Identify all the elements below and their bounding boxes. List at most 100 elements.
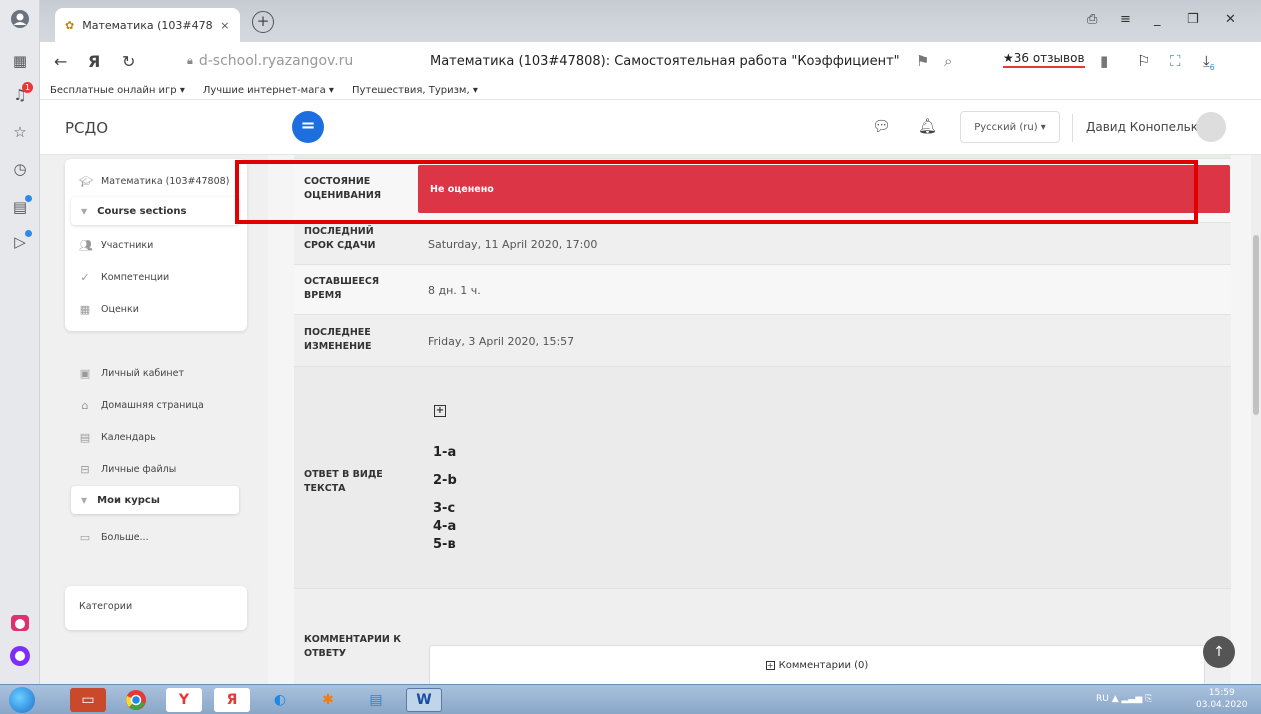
browser-sidebar: ▦ ♫ 1 ☆ ◷ ▤ ▷ <box>0 0 40 684</box>
submission-status-table: СОСТОЯНИЕ ОЦЕНИВАНИЯ Не оценено ПОСЛЕДНИ… <box>294 155 1231 684</box>
notifications-bell-icon[interactable]: ♫ 1 <box>9 82 33 106</box>
drawer-item-dashboard[interactable]: ▣ Личный кабинет <box>79 367 184 380</box>
file-explorer-icon[interactable]: ▤ <box>358 688 394 712</box>
back-to-top-button[interactable]: ↑ <box>1203 636 1235 668</box>
drawer-toggle-button[interactable]: = <box>292 111 324 143</box>
drawer-item-calendar[interactable]: ▤ Календарь <box>79 431 156 444</box>
browser-tab-active[interactable]: ✿ Математика (103#4780 × <box>55 8 240 42</box>
downloads-icon[interactable]: ⤓6 <box>1203 52 1215 72</box>
yandex-app-icon[interactable]: Я <box>214 688 250 712</box>
bookmark-flag-icon[interactable]: ▮ <box>1100 52 1108 70</box>
answer-line: 2-b <box>433 473 457 488</box>
profile-icon[interactable] <box>9 8 31 30</box>
drawer-item-competencies[interactable]: ✓ Компетенции <box>79 271 169 284</box>
favorites-star-icon[interactable]: ☆ <box>9 121 31 143</box>
comments-link: Комментарии (0) <box>778 659 869 671</box>
comments-toggle[interactable]: + Комментарии (0) <box>429 645 1205 684</box>
new-tab-button[interactable]: + <box>252 11 274 33</box>
answer-line: 5-в <box>433 537 456 552</box>
restore-icon[interactable]: ❐ <box>1187 12 1199 27</box>
reviews-badge[interactable]: ★36 отзывов <box>1003 51 1085 68</box>
start-button[interactable] <box>9 687 35 713</box>
files-icon: ⊟ <box>80 463 90 476</box>
avast-icon[interactable]: ✱ <box>310 688 346 712</box>
chrome-icon[interactable] <box>118 688 154 712</box>
address-bar: ← Я ↻ 🔒︎ d-school.ryazangov.ru Математик… <box>40 42 1261 82</box>
drawer-item-home[interactable]: ⌂ Домашняя страница <box>79 399 204 412</box>
web-page: РСДО = 💬︎ 🔔︎ Русский (ru) ▾ Давид Конопе… <box>40 100 1261 684</box>
tray-language[interactable]: RU <box>1096 694 1109 704</box>
window-close-icon[interactable]: ✕ <box>1225 12 1236 27</box>
bookmarks-bar: Бесплатные онлайн игр ▾ Лучшие интернет-… <box>40 82 1261 100</box>
taskbar-app-icon[interactable]: ▭ <box>70 688 106 712</box>
site-name[interactable]: РСДО <box>65 119 108 137</box>
downloads-count: 6 <box>1209 63 1215 72</box>
translate-icon[interactable]: ⚑ <box>916 52 929 70</box>
calendar-icon: ▤ <box>79 431 91 444</box>
language-selector[interactable]: Русский (ru) ▾ <box>960 111 1060 143</box>
word-icon[interactable]: W <box>406 688 442 712</box>
site-navbar: РСДО = 💬︎ 🔔︎ Русский (ru) ▾ Давид Конопе… <box>40 100 1261 155</box>
table-row-time-remaining: ОСТАВШЕЕСЯ ВРЕМЯ 8 дн. 1 ч. <box>294 265 1231 315</box>
table-icon: ▦ <box>79 303 91 316</box>
back-arrow-icon[interactable]: ← <box>54 52 67 71</box>
scrollbar-thumb[interactable] <box>1253 235 1259 415</box>
expand-plus-icon[interactable]: + <box>434 405 446 417</box>
user-name[interactable]: Давид Конопелько <box>1086 120 1205 134</box>
answer-line: 3-c <box>433 501 456 516</box>
online-text-label: ОТВЕТ В ВИДЕ ТЕКСТА <box>304 469 383 494</box>
tab-close-icon[interactable]: × <box>220 19 229 32</box>
table-row-last-modified: ПОСЛЕДНЕЕ ИЗМЕНЕНИЕ Friday, 3 April 2020… <box>294 315 1231 367</box>
drawer-item-grades[interactable]: ▦ Оценки <box>79 303 139 316</box>
bookmark-item[interactable]: Бесплатные онлайн игр ▾ <box>50 85 185 96</box>
url-host: d-school.ryazangov.ru <box>198 53 354 69</box>
drawer-item-more[interactable]: ▭ Больше... <box>79 531 149 544</box>
drawer-course-link[interactable]: 🎓︎ Математика (103#47808) <box>79 175 229 188</box>
notification-count-badge: 1 <box>22 82 33 93</box>
time-remaining-label: ОСТАВШЕЕСЯ ВРЕМЯ <box>304 276 380 301</box>
history-clock-icon[interactable]: ◷ <box>9 158 31 180</box>
apps-grid-icon[interactable]: ▦ <box>9 50 31 72</box>
network-signal-icon[interactable]: ▂▃▅ <box>1122 694 1143 704</box>
due-date-value: Saturday, 11 April 2020, 17:00 <box>428 238 598 251</box>
protect-icon[interactable]: ⚐ <box>1137 52 1150 70</box>
check-icon: ✓ <box>80 271 90 284</box>
notifications-icon[interactable]: 🔔︎ <box>918 117 937 135</box>
drawer-item-participants[interactable]: 👥︎ Участники <box>79 239 153 252</box>
browser-menu-icon[interactable]: ≡ <box>1120 12 1131 27</box>
reload-icon[interactable]: ↻ <box>122 52 135 71</box>
messages-icon[interactable]: 💬︎ <box>872 117 891 135</box>
clipboard-icon[interactable]: ⎘ <box>1145 694 1152 704</box>
drawer-item-files[interactable]: ⊟ Личные файлы <box>79 463 176 476</box>
alice-app-icon[interactable] <box>9 612 31 634</box>
alice-assistant-icon[interactable] <box>9 645 31 667</box>
media-player-icon[interactable]: ◐ <box>262 688 298 712</box>
media-play-icon[interactable]: ▷ <box>9 230 32 253</box>
bookmark-tab-icon[interactable]: ⎙ <box>1087 12 1097 27</box>
yandex-logo-icon[interactable]: Я <box>88 52 100 71</box>
page-scrollbar[interactable] <box>1251 155 1261 684</box>
home-icon: ⌂ <box>81 399 89 412</box>
clock-date: 03.04.2020 <box>1196 700 1248 710</box>
clock[interactable]: 15:59 03.04.2020 <box>1196 687 1248 711</box>
yandex-browser-icon[interactable]: Y <box>166 688 202 712</box>
grading-status-label: СОСТОЯНИЕ ОЦЕНИВАНИЯ <box>304 176 382 201</box>
my-courses-toggle[interactable]: ▼ Мои курсы <box>71 486 239 514</box>
minimize-icon[interactable]: _ <box>1154 12 1161 27</box>
bookmark-item[interactable]: Путешествия, Туризм, ▾ <box>352 85 478 96</box>
table-row-due-date: ПОСЛЕДНИЙ СРОК СДАЧИ Saturday, 11 April … <box>294 223 1231 265</box>
avatar[interactable] <box>1196 112 1226 142</box>
chevron-down-icon: ▼ <box>81 495 88 505</box>
url-field[interactable]: 🔒︎ d-school.ryazangov.ru <box>187 53 353 69</box>
comments-label: КОММЕНТАРИИ К ОТВЕТУ <box>304 634 401 659</box>
tab-title: Математика (103#4780 <box>82 18 213 32</box>
collections-icon[interactable]: ▤ <box>9 195 32 218</box>
tray-arrow-icon[interactable]: ▲ <box>1112 694 1122 704</box>
course-sections-toggle[interactable]: ▼ Course sections <box>71 197 239 225</box>
extension-icon[interactable]: ⛶ <box>1170 52 1181 70</box>
system-tray[interactable]: RU ▲ ▂▃▅ ⎘ <box>1096 694 1152 704</box>
lock-icon: 🔒︎ <box>187 54 193 67</box>
drawer-categories-link[interactable]: Категории <box>79 601 132 612</box>
search-icon[interactable]: ⌕ <box>944 52 952 70</box>
bookmark-item[interactable]: Лучшие интернет-мага ▾ <box>203 85 334 96</box>
